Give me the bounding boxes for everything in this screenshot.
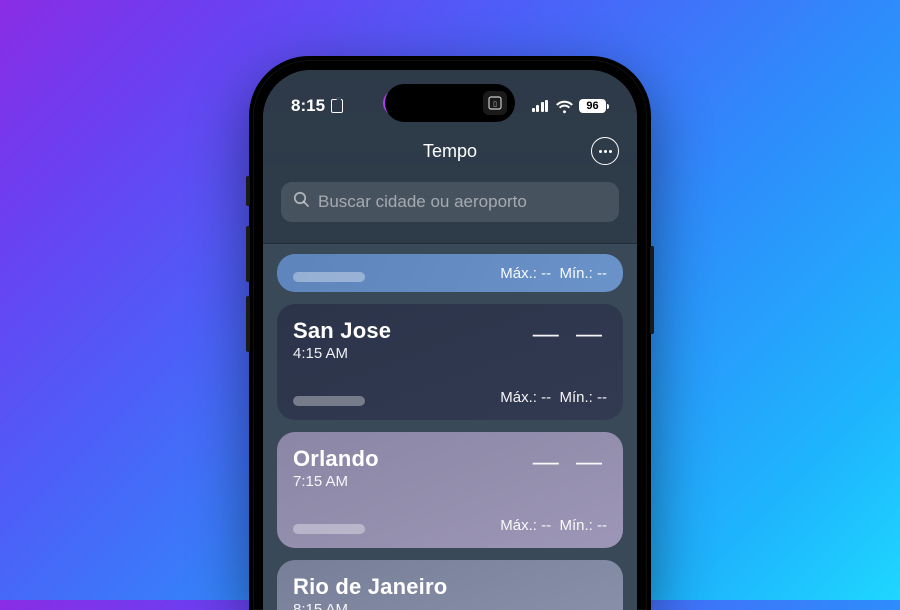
city-time: 8:15 AM: [293, 601, 447, 610]
wifi-icon: [555, 100, 572, 113]
weather-card[interactable]: San Jose 4:15 AM — — Máx.: -- Mín.: --: [277, 304, 623, 420]
temperature-placeholder: — —: [533, 446, 607, 477]
city-name: San Jose: [293, 318, 391, 344]
city-time: 7:15 AM: [293, 473, 379, 490]
city-name: Rio de Janeiro: [293, 574, 447, 600]
sim-icon: [331, 99, 343, 113]
status-time: 8:15: [291, 96, 325, 116]
city-list[interactable]: Máx.: -- Mín.: -- San Jose 4:15 AM — — M…: [263, 244, 637, 610]
battery-indicator: 96: [579, 99, 609, 113]
app-title: Tempo: [423, 141, 477, 162]
search-icon: [293, 191, 310, 213]
phone-side-button: [246, 176, 250, 206]
status-right: 96: [532, 99, 610, 113]
temperature-placeholder: — —: [533, 318, 607, 349]
phone-frame: 8:15 96 ▯: [249, 56, 651, 610]
more-options-button[interactable]: [591, 137, 619, 165]
dynamic-island[interactable]: ▯: [385, 84, 515, 122]
weather-card[interactable]: Rio de Janeiro 8:15 AM: [277, 560, 623, 610]
condition-placeholder: [293, 396, 365, 406]
city-time: 4:15 AM: [293, 345, 391, 362]
city-name: Orlando: [293, 446, 379, 472]
dual-signal-icon: [532, 100, 549, 112]
svg-text:▯: ▯: [493, 101, 497, 108]
phone-side-button: [650, 246, 654, 334]
ellipsis-icon: [599, 150, 612, 153]
search-bar[interactable]: [281, 182, 619, 222]
weather-card[interactable]: Máx.: -- Mín.: --: [277, 254, 623, 292]
battery-level: 96: [586, 100, 598, 112]
phone-screen: 8:15 96 ▯: [263, 70, 637, 610]
condition-placeholder: [293, 524, 365, 534]
island-widget-icon: ▯: [483, 91, 507, 115]
phone-side-button: [246, 296, 250, 352]
phone-side-button: [246, 226, 250, 282]
status-left: 8:15: [291, 96, 343, 116]
condition-placeholder: [293, 272, 365, 282]
high-low-text: Máx.: -- Mín.: --: [500, 389, 607, 406]
search-input[interactable]: [318, 192, 607, 212]
high-low-text: Máx.: -- Mín.: --: [500, 517, 607, 534]
weather-card[interactable]: Orlando 7:15 AM — — Máx.: -- Mín.: --: [277, 432, 623, 548]
high-low-text: Máx.: -- Mín.: --: [500, 265, 607, 282]
